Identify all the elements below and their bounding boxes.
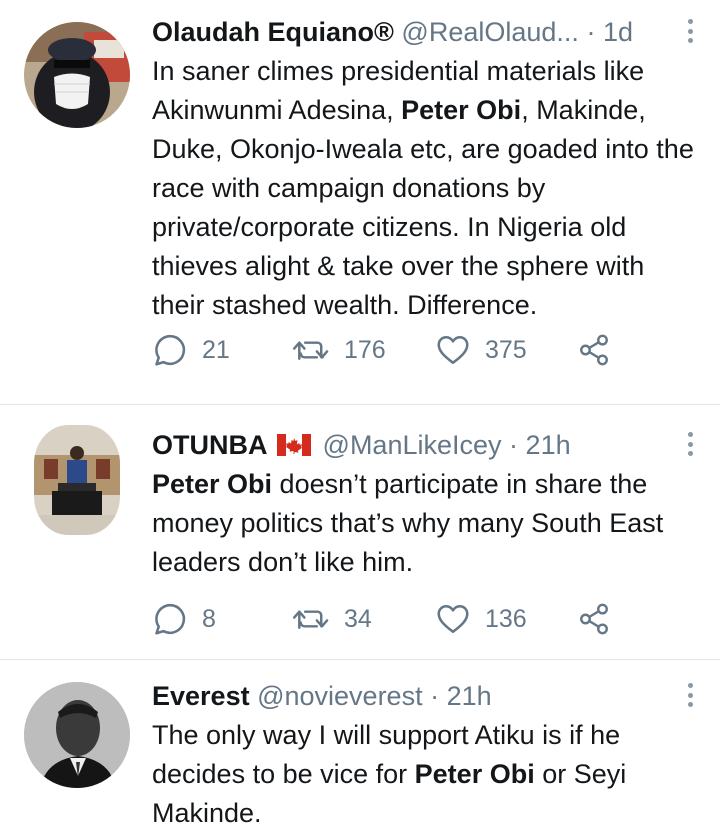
share-button[interactable] — [577, 332, 617, 368]
more-options-icon[interactable] — [680, 680, 700, 710]
tweet-text: Peter Obi doesn’t participate in share t… — [152, 465, 700, 582]
separator: · — [430, 681, 440, 711]
timestamp[interactable]: 21h — [526, 430, 571, 460]
like-count: 136 — [485, 604, 527, 633]
retweet-count: 176 — [344, 335, 386, 364]
avatar-image — [34, 425, 120, 535]
more-options-icon[interactable] — [680, 429, 700, 459]
reply-button[interactable]: 21 — [152, 332, 292, 368]
reply-count: 8 — [202, 604, 216, 633]
timestamp[interactable]: 21h — [447, 681, 492, 711]
share-icon — [580, 603, 608, 635]
like-count: 375 — [485, 335, 527, 364]
display-name[interactable]: Olaudah Equiano® — [152, 17, 394, 47]
separator: · — [586, 17, 596, 47]
tweet-text: In saner climes presidential materials l… — [152, 52, 700, 325]
tweet[interactable]: Olaudah Equiano® @RealOlaud... · 1d In s… — [0, 0, 720, 405]
user-handle[interactable]: @ManLikeIcey — [323, 430, 502, 460]
tweet-header: OTUNBA @ManLikeIcey · 21h — [152, 425, 700, 465]
reply-icon — [155, 334, 186, 366]
user-handle[interactable]: @novieverest — [257, 681, 422, 711]
reply-count: 21 — [202, 335, 230, 364]
tweet-header: Olaudah Equiano® @RealOlaud... · 1d — [152, 12, 700, 52]
share-button[interactable] — [577, 601, 617, 637]
like-button[interactable]: 375 — [435, 332, 577, 368]
avatar[interactable] — [24, 22, 130, 128]
tweet-actions: 8 34 136 — [152, 601, 617, 637]
avatar-image — [24, 682, 130, 788]
tweet-text-bold: Peter Obi — [414, 759, 535, 789]
tweet[interactable]: OTUNBA @ManLikeIcey · 21h Peter Obi does… — [0, 405, 720, 660]
avatar-image — [24, 22, 130, 128]
tweet-actions: 21 176 375 — [152, 332, 617, 368]
share-icon — [580, 334, 608, 366]
display-name[interactable]: OTUNBA — [152, 430, 268, 460]
tweet-text: The only way I will support Atiku is if … — [152, 716, 700, 833]
reply-icon — [155, 603, 186, 635]
reply-button[interactable]: 8 — [152, 601, 292, 637]
timestamp[interactable]: 1d — [603, 17, 633, 47]
more-options-icon[interactable] — [680, 16, 700, 46]
retweet-icon — [292, 341, 329, 361]
avatar[interactable] — [34, 425, 120, 535]
heart-icon — [437, 335, 469, 365]
heart-icon — [437, 604, 469, 634]
retweet-icon — [292, 610, 329, 630]
separator: · — [509, 430, 519, 460]
canada-flag-icon — [277, 434, 312, 456]
retweet-count: 34 — [344, 604, 372, 633]
avatar[interactable] — [24, 682, 130, 788]
display-name[interactable]: Everest — [152, 681, 250, 711]
tweet[interactable]: Everest @novieverest · 21h The only way … — [0, 660, 720, 838]
tweet-text-bold: Peter Obi — [152, 469, 273, 499]
tweet-header: Everest @novieverest · 21h — [152, 676, 700, 716]
like-button[interactable]: 136 — [435, 601, 577, 637]
tweet-text-bold: Peter Obi — [401, 95, 522, 125]
retweet-button[interactable]: 34 — [292, 601, 435, 637]
retweet-button[interactable]: 176 — [292, 332, 435, 368]
tweet-text-part: , Makinde, Duke, Okonjo-Iweala etc, are … — [152, 95, 694, 320]
user-handle[interactable]: @RealOlaud... — [401, 17, 579, 47]
